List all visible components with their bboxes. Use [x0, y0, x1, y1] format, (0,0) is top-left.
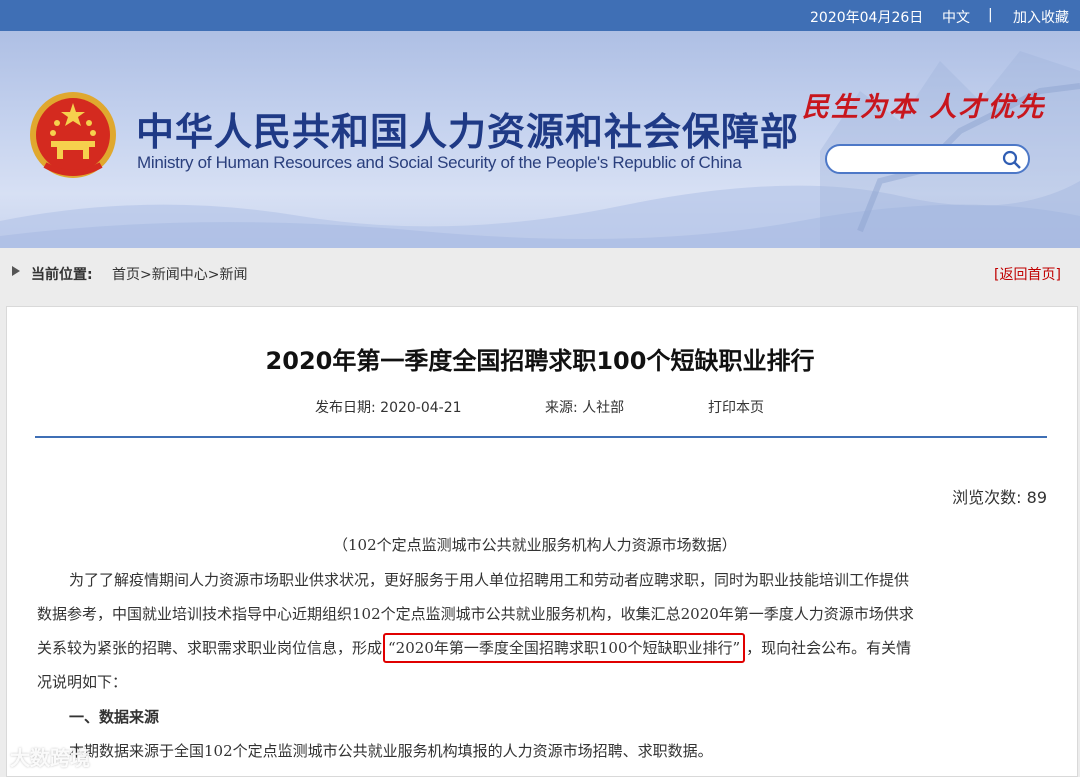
ministry-name-en: Ministry of Human Resources and Social S…: [137, 153, 742, 172]
article-title: 2020年第一季度全国招聘求职100个短缺职业排行: [265, 347, 815, 375]
publish-date: 发布日期: 2020-04-21: [315, 400, 462, 416]
paragraph-line: 况说明如下：: [37, 673, 128, 691]
print-link[interactable]: 打印本页: [708, 397, 764, 417]
search-input[interactable]: [825, 144, 1030, 174]
slogan: 民生为本 人才优先: [802, 92, 1046, 123]
breadcrumb-path[interactable]: 首页>新闻中心>新闻: [112, 264, 247, 284]
top-bar: 2020年04月26日 中文 | 加入收藏: [0, 0, 1080, 31]
article-subtitle: （102个定点监测城市公共就业服务机构人力资源市场数据）: [333, 536, 737, 554]
article-panel: 2020年第一季度全国招聘求职100个短缺职业排行 发布日期: 2020-04-…: [6, 306, 1078, 777]
paragraph-line: 为了了解疫情期间人力资源市场职业供求状况，更好服务于用人单位招聘用工和劳动者应聘…: [69, 571, 910, 589]
language-link[interactable]: 中文: [942, 7, 970, 27]
breadcrumb: 当前位置: 首页>新闻中心>新闻 [返回首页]: [0, 248, 1080, 296]
header-banner: 中华人民共和国人力资源和社会保障部 Ministry of Human Reso…: [0, 31, 1080, 248]
add-favorite-link[interactable]: 加入收藏: [1013, 7, 1069, 27]
article-source: 来源: 人社部: [545, 400, 625, 416]
back-home-link[interactable]: [返回首页]: [994, 264, 1061, 284]
current-date: 2020年04月26日: [810, 10, 924, 26]
view-count: 浏览次数: 89: [952, 488, 1047, 507]
title-divider: [35, 436, 1047, 438]
paragraph-text: 关系较为紧张的招聘、求职需求职业岗位信息，形成: [37, 639, 383, 657]
section-heading: 一、数据来源: [69, 708, 160, 726]
paragraph-line: 数据参考，中国就业培训技术指导中心近期组织102个定点监测城市公共就业服务机构，…: [37, 605, 914, 623]
paragraph-line: 关系较为紧张的招聘、求职需求职业岗位信息，形成 “2020年第一季度全国招聘求职1…: [37, 633, 912, 663]
breadcrumb-label: 当前位置:: [31, 267, 93, 283]
ministry-name-cn: 中华人民共和国人力资源和社会保障部: [136, 110, 800, 154]
highlighted-title: “2020年第一季度全国招聘求职100个短缺职业排行”: [383, 633, 746, 663]
search-icon[interactable]: [1002, 150, 1022, 170]
separator: |: [988, 7, 993, 23]
breadcrumb-arrow-icon: [12, 266, 20, 276]
paragraph-line: 本期数据来源于全国102个定点监测城市公共就业服务机构填报的人力资源市场招聘、求…: [69, 742, 713, 760]
national-emblem-icon: [30, 92, 116, 178]
paragraph-text: ，现向社会公布。有关情: [746, 639, 912, 657]
watermark: 大数跨境: [10, 746, 90, 770]
